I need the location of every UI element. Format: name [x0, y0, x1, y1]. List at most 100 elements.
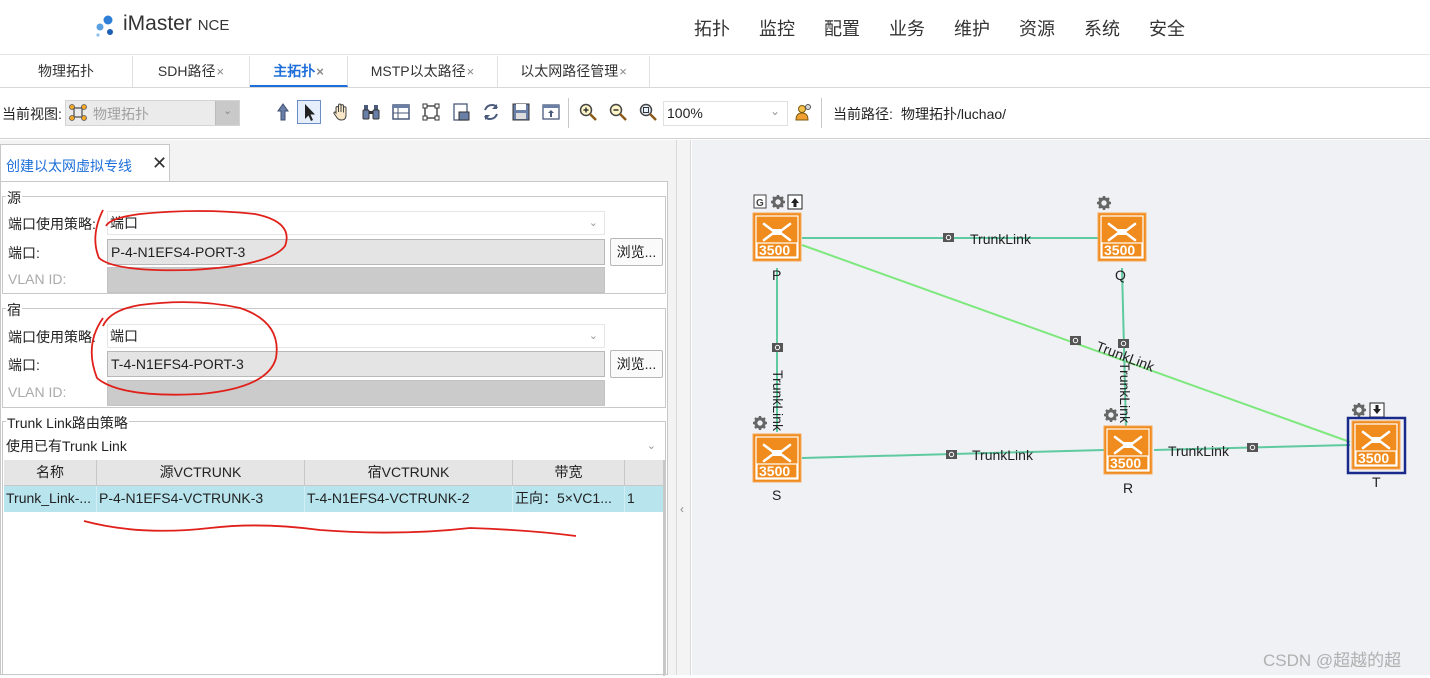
source-port-value: P-4-N1EFS4-PORT-3 [111, 244, 246, 260]
column-header-extra[interactable] [625, 460, 664, 486]
zoom-in-button[interactable] [576, 100, 600, 124]
menu-configure[interactable]: 配置 [824, 15, 860, 41]
table-scrollbar[interactable] [663, 460, 665, 676]
browse-label: 浏览... [616, 356, 657, 372]
device-node-t[interactable]: 3500 T [1346, 401, 1407, 490]
zoom-out-icon [609, 103, 627, 121]
device-node-p[interactable]: G 3500 P [751, 193, 803, 283]
close-icon[interactable]: ✕ [152, 153, 167, 174]
zoom-fit-button[interactable] [636, 100, 660, 124]
menu-monitor[interactable]: 监控 [759, 15, 795, 41]
users-icon [795, 104, 811, 121]
arrow-up-icon [277, 103, 289, 121]
toolbar-divider [821, 98, 822, 128]
layout-icon [542, 104, 560, 120]
node-label: R [1123, 480, 1133, 496]
menu-security[interactable]: 安全 [1149, 15, 1185, 41]
source-policy-label: 端口使用策略: [8, 216, 96, 232]
sink-policy-select[interactable]: 端口 ⌄ [107, 324, 605, 348]
chevron-down-icon: ⌄ [770, 104, 781, 118]
table-cell: Trunk_Link-... [4, 486, 97, 512]
menu-maintenance[interactable]: 维护 [954, 15, 990, 41]
refresh-button[interactable] [479, 100, 503, 124]
trunk-link-group: Trunk Link路由策略 使用已有Trunk Link ⌄ 名称 源VCTR… [2, 413, 666, 676]
pan-tool-button[interactable] [329, 100, 353, 124]
source-browse-button[interactable]: 浏览... [610, 238, 663, 266]
zoom-select[interactable]: 100% ⌄ [663, 101, 788, 126]
device-node-q[interactable]: 3500 Q [1095, 194, 1148, 283]
close-icon[interactable]: × [467, 64, 475, 79]
gear-icon [1350, 401, 1368, 419]
refresh-icon [484, 103, 498, 121]
menu-resources[interactable]: 资源 [1019, 15, 1055, 41]
save-button[interactable] [509, 100, 533, 124]
device-model-label: 3500 [1358, 450, 1389, 466]
sink-policy-value: 端口 [110, 328, 138, 344]
menu-service[interactable]: 业务 [889, 15, 925, 41]
menu-topology[interactable]: 拓扑 [694, 15, 730, 41]
column-header-bandwidth[interactable]: 带宽 [513, 460, 625, 486]
tab-mstp-ethernet-path[interactable]: MSTP以太路径× [348, 56, 498, 87]
trunk-link-group-title: Trunk Link路由策略 [6, 413, 129, 433]
node-label: Q [1115, 267, 1126, 283]
tab-label: 物理拓扑 [38, 63, 94, 79]
link-label: TrunkLink [970, 231, 1032, 247]
source-port-field[interactable]: P-4-N1EFS4-PORT-3 [107, 239, 605, 265]
source-vlan-label: VLAN ID: [8, 271, 67, 287]
find-button[interactable] [359, 100, 383, 124]
trunk-strategy-value: 使用已有Trunk Link [6, 438, 127, 454]
source-group-title: 源 [6, 188, 22, 208]
tab-physical-topology[interactable]: 物理拓扑 [0, 56, 133, 87]
close-icon[interactable]: × [619, 64, 627, 79]
source-port-label: 端口: [8, 245, 40, 261]
save-icon [512, 103, 530, 121]
chevron-down-icon: ⌄ [223, 105, 233, 117]
current-path-label: 当前路径: [833, 106, 893, 122]
chevron-down-icon: ⌄ [646, 440, 656, 452]
top-header: iMaster NCE 拓扑 监控 配置 业务 维护 资源 系统 安全 [0, 0, 1430, 55]
gear-icon [751, 414, 769, 432]
close-icon[interactable]: × [316, 64, 324, 79]
menu-system[interactable]: 系统 [1084, 15, 1120, 41]
tab-ethernet-path-management[interactable]: 以太网路径管理× [498, 56, 650, 87]
source-policy-select[interactable]: 端口 ⌄ [107, 211, 605, 235]
link-icon [942, 232, 955, 243]
tab-main-topology[interactable]: 主拓扑× [250, 56, 348, 87]
grid-view-button[interactable] [389, 100, 413, 124]
sink-browse-button[interactable]: 浏览... [610, 350, 663, 378]
chevron-left-icon[interactable]: ‹ [680, 502, 684, 516]
node-label: T [1372, 474, 1381, 490]
panel-splitter[interactable]: ‹ [676, 140, 691, 675]
export-button[interactable] [449, 100, 473, 124]
sink-port-field[interactable]: T-4-N1EFS4-PORT-3 [107, 351, 605, 377]
dropdown-arrow[interactable]: ⌄ [215, 101, 239, 125]
node-label: S [772, 487, 781, 503]
up-level-button[interactable] [271, 100, 295, 124]
trunk-strategy-select[interactable]: 使用已有Trunk Link ⌄ [3, 434, 663, 458]
people-button[interactable] [792, 100, 816, 124]
tab-label: MSTP以太路径 [370, 63, 466, 79]
sink-group-title: 宿 [6, 300, 22, 320]
select-area-button[interactable] [419, 100, 443, 124]
table-cell: T-4-N1EFS4-VCTRUNK-2 [305, 486, 513, 512]
export-icon [453, 103, 470, 121]
browse-label: 浏览... [616, 244, 657, 260]
column-header-name[interactable]: 名称 [4, 460, 97, 486]
tab-sdh-path[interactable]: SDH路径× [133, 56, 250, 87]
source-vlan-field [107, 267, 605, 293]
topology-canvas[interactable]: TrunkLink TrunkLink TrunkLink TrunkLink … [692, 140, 1430, 675]
layout-button[interactable] [539, 100, 563, 124]
binoculars-icon [362, 105, 380, 120]
close-icon[interactable]: × [216, 64, 224, 79]
select-tool-button[interactable] [297, 100, 321, 124]
column-header-sink-vctrunk[interactable]: 宿VCTRUNK [305, 460, 513, 486]
zoom-out-button[interactable] [606, 100, 630, 124]
pane-tab[interactable]: 创建以太网虚拟专线 ✕ [0, 144, 170, 182]
table-row[interactable]: Trunk_Link-... P-4-N1EFS4-VCTRUNK-3 T-4-… [4, 486, 664, 513]
gear-icon [1102, 406, 1120, 424]
current-view-select[interactable]: 物理拓扑 ⌄ [65, 100, 240, 126]
node-label: P [772, 267, 781, 283]
column-header-source-vctrunk[interactable]: 源VCTRUNK [97, 460, 305, 486]
topology-view: TrunkLink TrunkLink TrunkLink TrunkLink … [751, 193, 1407, 503]
current-path-value: 物理拓扑/luchao/ [901, 106, 1007, 122]
